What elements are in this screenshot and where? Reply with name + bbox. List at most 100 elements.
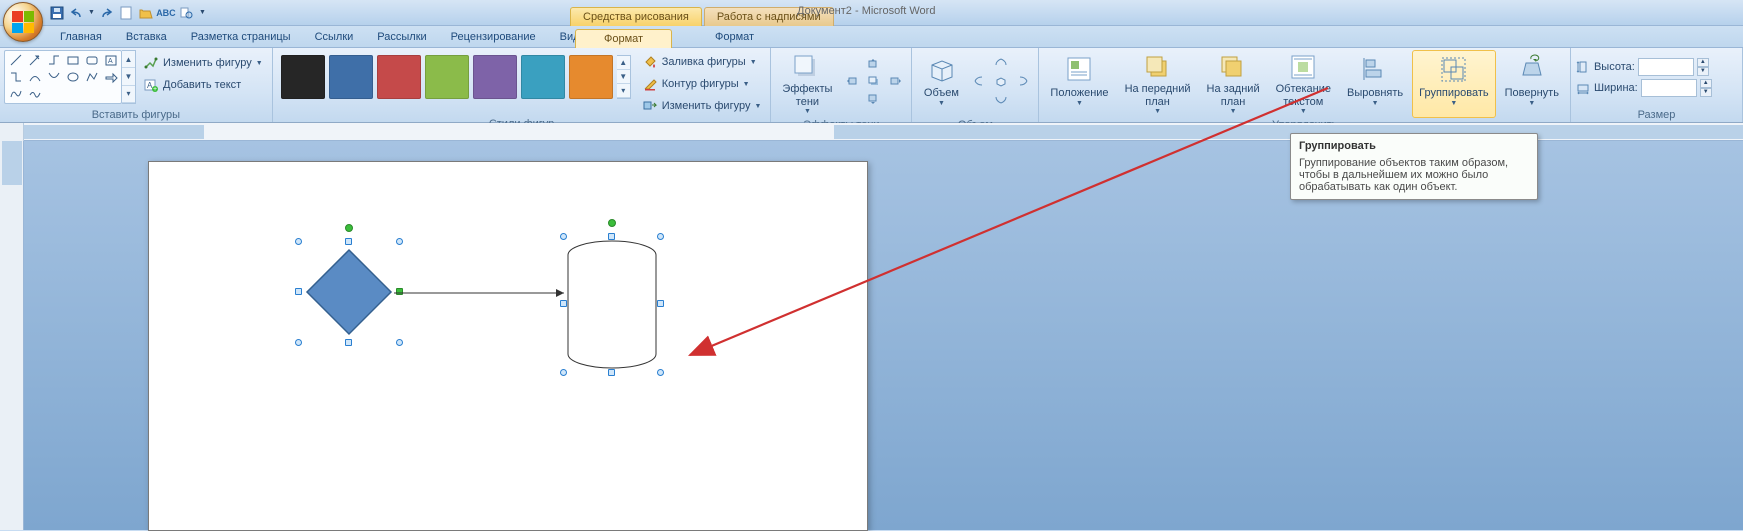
shape-elbow2-icon[interactable] <box>6 69 25 86</box>
selection-handle[interactable] <box>295 238 302 245</box>
shape-fill-button[interactable]: Заливка фигуры ▼ <box>637 51 767 73</box>
style-gallery-scroll[interactable]: ▲ ▼ ▾ <box>617 55 631 99</box>
selection-handle[interactable] <box>396 238 403 245</box>
spellcheck-icon[interactable]: ABC <box>157 4 175 22</box>
selection-handle[interactable] <box>560 300 567 307</box>
scroll-more-icon[interactable]: ▾ <box>617 84 630 98</box>
shape-polyline-icon[interactable] <box>82 69 101 86</box>
rotate-handle-icon[interactable] <box>345 224 353 232</box>
nudge-left-icon[interactable] <box>841 72 863 90</box>
rotate-button[interactable]: Повернуть ▼ <box>1498 50 1566 118</box>
shape-arrowbig-icon[interactable] <box>101 69 120 86</box>
style-swatch-2[interactable] <box>329 55 373 99</box>
edit-shape-button[interactable]: Изменить фигуру ▼ <box>138 52 268 74</box>
group-button[interactable]: Группировать ▼ <box>1412 50 1496 118</box>
selection-handle[interactable] <box>345 339 352 346</box>
shape-textbox-icon[interactable]: A <box>101 52 120 69</box>
tab-insert[interactable]: Вставка <box>114 28 179 47</box>
style-swatch-7[interactable] <box>569 55 613 99</box>
scroll-up-icon[interactable]: ▲ <box>617 56 630 70</box>
shape-curve2-icon[interactable] <box>44 69 63 86</box>
undo-icon[interactable] <box>68 4 86 22</box>
position-button[interactable]: Положение ▼ <box>1043 50 1115 118</box>
scroll-down-icon[interactable]: ▼ <box>122 68 135 85</box>
style-swatch-3[interactable] <box>377 55 421 99</box>
bring-front-button[interactable]: На передний план ▼ <box>1118 50 1198 118</box>
style-swatch-4[interactable] <box>425 55 469 99</box>
nudge-right-icon[interactable] <box>885 72 907 90</box>
selection-handle[interactable] <box>608 233 615 240</box>
selection-handle[interactable] <box>657 369 664 376</box>
scroll-up-icon[interactable]: ▲ <box>122 51 135 68</box>
send-back-button[interactable]: На задний план ▼ <box>1200 50 1267 118</box>
tilt-up-icon[interactable] <box>990 54 1012 72</box>
style-swatch-1[interactable] <box>281 55 325 99</box>
nudge-down-icon[interactable] <box>863 90 885 108</box>
shapes-gallery[interactable]: A <box>4 50 122 104</box>
tab-page-layout[interactable]: Разметка страницы <box>179 28 303 47</box>
tab-home[interactable]: Главная <box>48 28 114 47</box>
shape-diamond[interactable] <box>299 242 399 342</box>
style-swatch-5[interactable] <box>473 55 517 99</box>
change-shape-button[interactable]: Изменить фигуру ▼ <box>637 95 767 117</box>
shape-freeform-icon[interactable] <box>6 85 25 102</box>
add-text-button[interactable]: A+ Добавить текст <box>138 74 268 96</box>
selection-handle[interactable] <box>295 288 302 295</box>
page[interactable] <box>148 161 868 531</box>
height-input[interactable] <box>1638 58 1694 76</box>
shape-connector[interactable] <box>394 288 574 298</box>
selection-handle[interactable] <box>345 238 352 245</box>
shape-outline-button[interactable]: Контур фигуры ▼ <box>637 73 767 95</box>
shape-oval-icon[interactable] <box>63 69 82 86</box>
open-icon[interactable] <box>137 4 155 22</box>
text-wrap-button[interactable]: Обтекание текстом ▼ <box>1269 50 1338 118</box>
3d-toggle-icon[interactable] <box>990 72 1012 90</box>
width-spinner[interactable]: ▲▼ <box>1700 79 1712 97</box>
style-gallery[interactable]: ▲ ▼ ▾ <box>277 50 635 104</box>
new-icon[interactable] <box>117 4 135 22</box>
nudge-up-icon[interactable] <box>863 54 885 72</box>
selection-handle[interactable] <box>560 233 567 240</box>
undo-dropdown-icon[interactable]: ▼ <box>88 9 95 16</box>
scroll-down-icon[interactable]: ▼ <box>617 70 630 84</box>
tab-references[interactable]: Ссылки <box>303 28 366 47</box>
width-input[interactable] <box>1641 79 1697 97</box>
tilt-down-icon[interactable] <box>990 90 1012 108</box>
shadow-effects-button[interactable]: Эффекты тени ▼ <box>775 50 839 118</box>
selection-handle[interactable] <box>657 300 664 307</box>
tilt-left-icon[interactable] <box>968 72 990 90</box>
shape-curve-icon[interactable] <box>25 69 44 86</box>
shape-cylinder[interactable] <box>564 237 660 372</box>
shape-arrow-icon[interactable] <box>25 52 44 69</box>
3d-effects-button[interactable]: Объем ▼ <box>916 50 966 118</box>
height-spinner[interactable]: ▲▼ <box>1697 58 1709 76</box>
redo-icon[interactable] <box>97 4 115 22</box>
tab-review[interactable]: Рецензирование <box>439 28 548 47</box>
align-icon <box>1359 53 1391 85</box>
style-swatch-6[interactable] <box>521 55 565 99</box>
tab-format-textbox[interactable]: Формат <box>703 28 766 47</box>
selection-handle[interactable] <box>396 339 403 346</box>
scroll-more-icon[interactable]: ▾ <box>122 86 135 103</box>
selection-handle[interactable] <box>295 339 302 346</box>
selection-handle[interactable] <box>657 233 664 240</box>
tilt-right-icon[interactable] <box>1012 72 1034 90</box>
align-button[interactable]: Выровнять ▼ <box>1340 50 1410 118</box>
rotate-handle-icon[interactable] <box>608 219 616 227</box>
shape-rect-icon[interactable] <box>63 52 82 69</box>
shapes-gallery-scroll[interactable]: ▲ ▼ ▾ <box>122 50 136 104</box>
ruler-vertical[interactable] <box>0 141 24 530</box>
tab-mailings[interactable]: Рассылки <box>365 28 438 47</box>
shape-elbow-icon[interactable] <box>44 52 63 69</box>
shape-roundrect-icon[interactable] <box>82 52 101 69</box>
tab-format-drawing[interactable]: Формат <box>575 29 672 48</box>
selection-handle[interactable] <box>560 369 567 376</box>
office-button[interactable] <box>3 2 43 42</box>
shape-scribble-icon[interactable] <box>25 85 44 102</box>
selection-handle[interactable] <box>608 369 615 376</box>
qat-customize-icon[interactable]: ▼ <box>199 9 206 16</box>
print-preview-icon[interactable] <box>177 4 195 22</box>
shape-line-icon[interactable] <box>6 52 25 69</box>
save-icon[interactable] <box>48 4 66 22</box>
shadow-toggle-icon[interactable] <box>863 72 885 90</box>
